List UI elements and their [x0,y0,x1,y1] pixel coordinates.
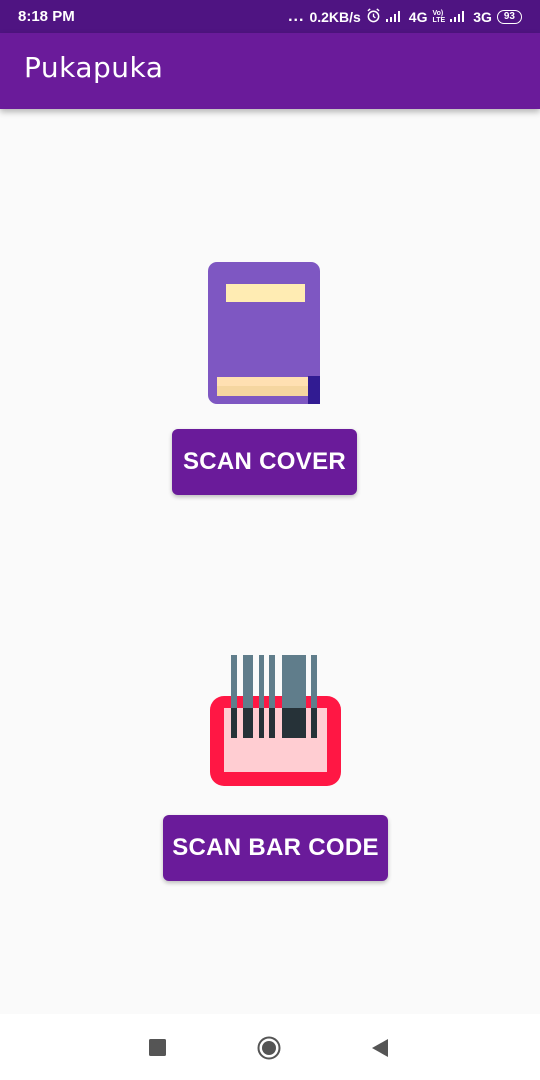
network-type-1: 4G [408,9,428,25]
back-icon[interactable] [370,1038,390,1058]
status-icons: ... 0.2KB/s 4G Vo) LTE 3G 93 [288,8,522,26]
scan-barcode-button[interactable]: SCAN BAR CODE [163,815,388,881]
app-title: Pukapuka [24,51,164,84]
status-bar: 8:18 PM ... 0.2KB/s 4G Vo) LTE 3G 93 [0,0,540,33]
recent-apps-icon[interactable] [149,1039,166,1056]
status-time: 8:18 PM [18,8,75,25]
network-type-2: 3G [473,9,492,25]
volte-indicator: Vo) LTE [432,10,445,24]
scan-cover-button[interactable]: SCAN COVER [172,429,357,495]
alarm-icon [366,8,381,26]
app-bar: Pukapuka [0,33,540,109]
book-icon [207,261,322,405]
more-notifications-dots: ... [288,8,305,25]
volte-bottom: LTE [432,17,446,24]
home-icon[interactable] [257,1036,281,1060]
navigation-bar [0,1014,540,1080]
network-speed: 0.2KB/s [309,9,361,25]
signal-icon [385,9,404,25]
battery-indicator: 93 [496,10,522,24]
volte-top: Vo) [432,10,444,17]
signal-icon-2 [450,9,468,25]
barcode-scanner-icon [207,654,344,791]
